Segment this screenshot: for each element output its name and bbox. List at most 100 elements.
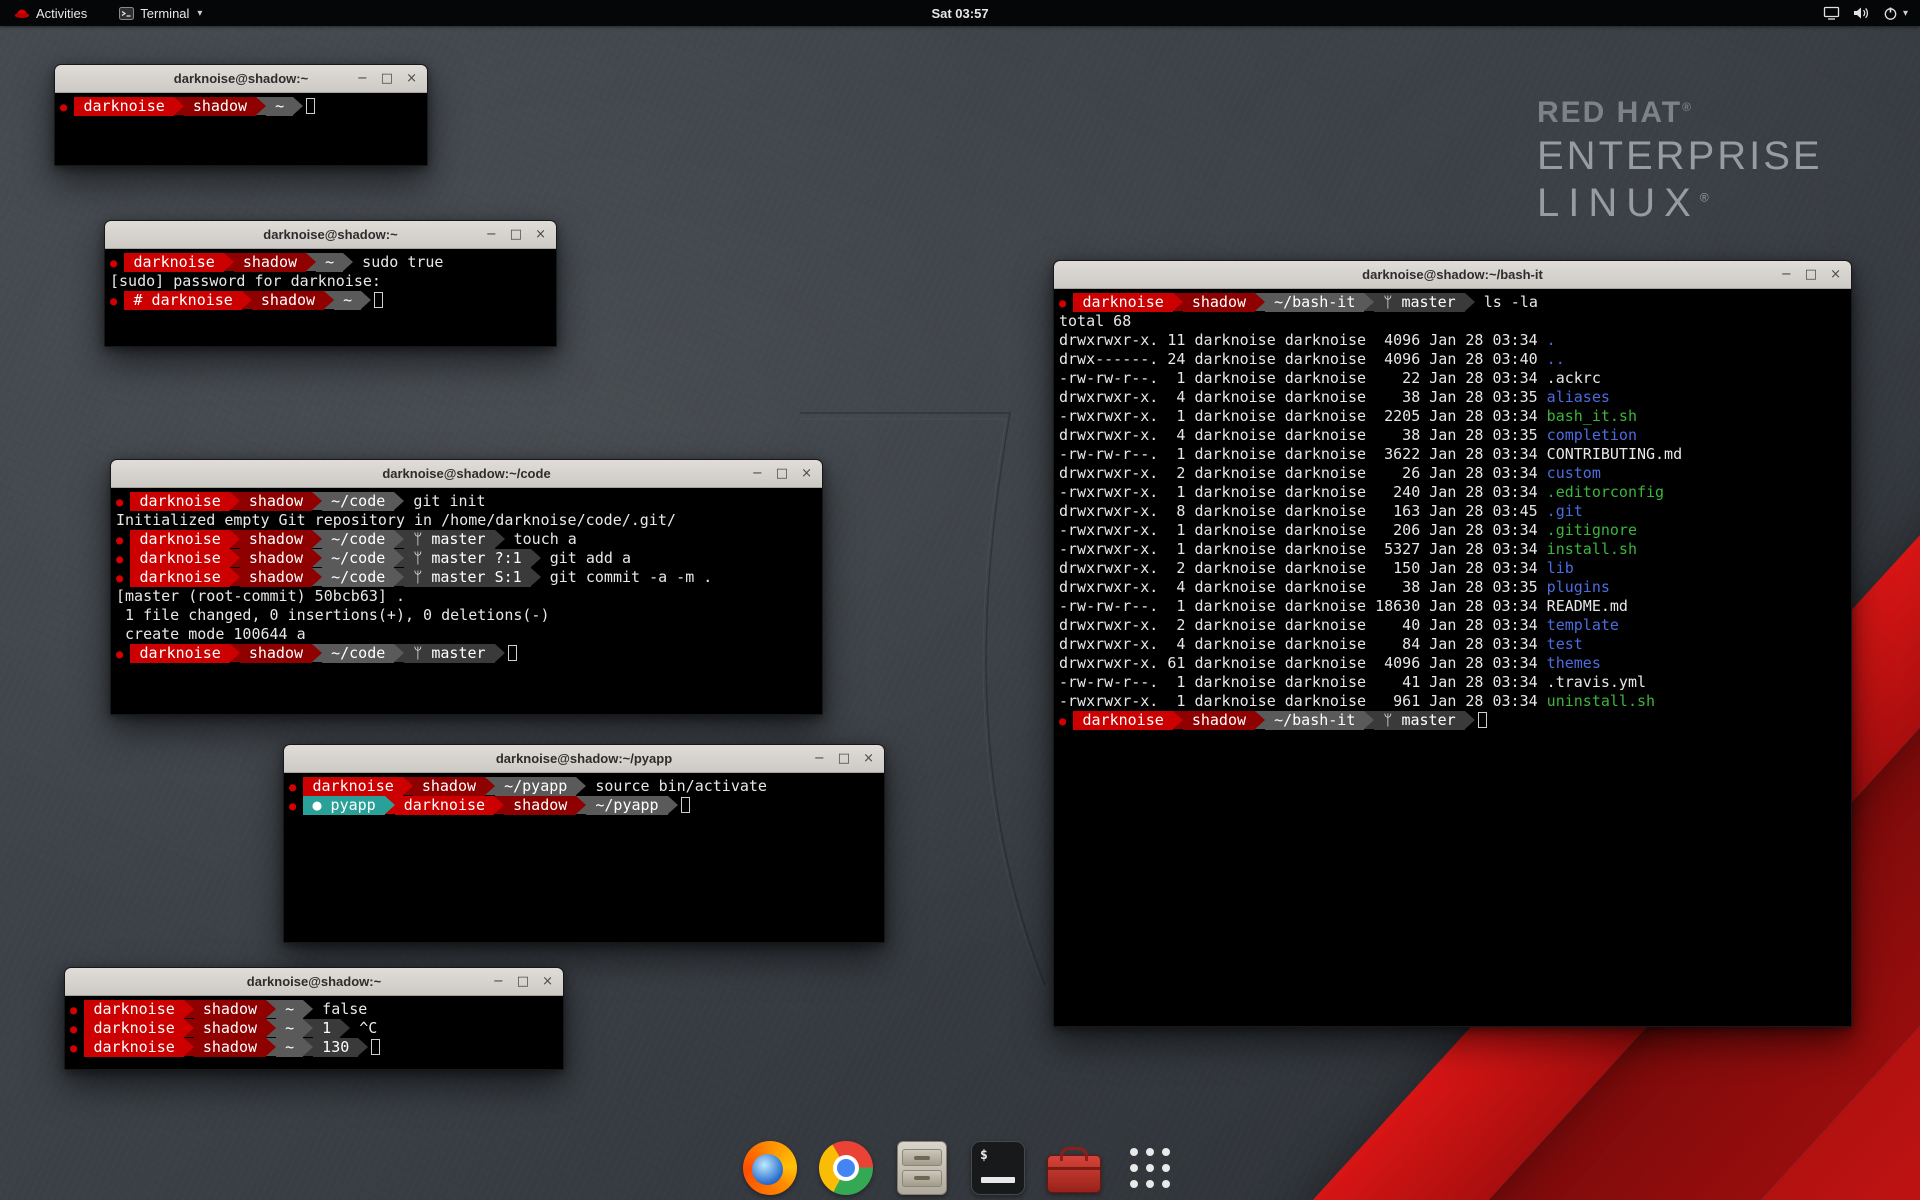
dock-firefox-button[interactable]: [741, 1139, 799, 1197]
redhat-prompt-icon: ●: [70, 1041, 84, 1055]
terminal-content[interactable]: ● darknoise shadow ~/pyapp source bin/ac…: [284, 773, 884, 942]
minimize-button[interactable]: −: [486, 227, 497, 242]
terminal-line: [sudo] password for darknoise:: [110, 272, 554, 291]
terminal-line: -rw-rw-r--. 1 darknoise darknoise 41 Jan…: [1059, 673, 1849, 692]
powerline-arrow: [668, 796, 678, 814]
executable-name: .gitignore: [1547, 521, 1637, 539]
user-segment: darknoise: [130, 644, 229, 663]
close-button[interactable]: ×: [863, 751, 874, 766]
terminal-content[interactable]: ● darknoise shadow ~/code git initInitia…: [111, 488, 822, 714]
output-text: drwxrwxr-x. 11 darknoise darknoise 4096 …: [1059, 331, 1547, 349]
output-text: -rwxrwxr-x. 1 darknoise darknoise 240 Ja…: [1059, 483, 1547, 501]
terminal-cursor: [508, 645, 517, 661]
activities-button[interactable]: Activities: [8, 0, 93, 26]
rhel-logo-brand: RED HAT®: [1537, 96, 1823, 130]
terminal-line: ● darknoise shadow ~/code ᛘ master S:1 g…: [116, 568, 820, 587]
terminal-line: ● darknoise shadow ~/code git init: [116, 492, 820, 511]
terminal-line: drwxrwxr-x. 4 darknoise darknoise 38 Jan…: [1059, 426, 1849, 445]
window-titlebar[interactable]: darknoise@shadow:~/bash-it − □ ×: [1054, 261, 1851, 289]
powerline-arrow: [242, 291, 252, 309]
powerline-arrow: [385, 796, 395, 814]
directory-name: completion: [1547, 426, 1637, 444]
redhat-prompt-icon: ●: [116, 647, 130, 661]
terminal-line: ● # darknoise shadow ~: [110, 291, 554, 310]
terminal-content[interactable]: ● darknoise shadow ~ false● darknoise sh…: [65, 996, 563, 1069]
git-branch-segment: ᛘ master S:1: [404, 568, 530, 587]
powerline-arrow: [230, 492, 240, 510]
git-branch-segment: ᛘ master: [1374, 711, 1464, 730]
close-button[interactable]: ×: [1830, 267, 1841, 282]
window-titlebar[interactable]: darknoise@shadow:~/code − □ ×: [111, 460, 822, 488]
terminal-line: ● darknoise shadow ~/code ᛘ master ?:1 g…: [116, 549, 820, 568]
files-cabinet-icon: [897, 1141, 947, 1195]
close-button[interactable]: ×: [406, 71, 417, 86]
minimize-button[interactable]: −: [1781, 267, 1792, 282]
output-text: -rwxrwxr-x. 1 darknoise darknoise 2205 J…: [1059, 407, 1547, 425]
terminal-prompt-glyph: $: [980, 1148, 988, 1163]
dock-toolbox-button[interactable]: [1045, 1139, 1103, 1197]
powerline-arrow: [1255, 711, 1265, 729]
window-title: darknoise@shadow:~: [263, 227, 397, 242]
redhat-icon: [14, 7, 30, 19]
terminal-line: [master (root-commit) 50bcb63] .: [116, 587, 820, 606]
host-segment: shadow: [413, 777, 485, 796]
terminal-line: ● darknoise shadow ~: [60, 97, 425, 116]
terminal-line: drwxrwxr-x. 2 darknoise darknoise 40 Jan…: [1059, 616, 1849, 635]
terminal-content[interactable]: ● darknoise shadow ~/bash-it ᛘ master ls…: [1054, 289, 1851, 1026]
close-button[interactable]: ×: [535, 227, 546, 242]
dock: $: [741, 1139, 1179, 1197]
window-titlebar[interactable]: darknoise@shadow:~/pyapp − □ ×: [284, 745, 884, 773]
terminal-content[interactable]: ● darknoise shadow ~: [55, 93, 427, 165]
dock-files-button[interactable]: [893, 1139, 951, 1197]
minimize-button[interactable]: −: [357, 71, 368, 86]
maximize-button[interactable]: □: [838, 751, 850, 766]
window-titlebar[interactable]: darknoise@shadow:~ − □ ×: [105, 221, 556, 249]
host-segment: shadow: [240, 492, 312, 511]
powerline-arrow: [230, 530, 240, 548]
close-button[interactable]: ×: [542, 974, 553, 989]
app-menu-terminal[interactable]: Terminal ▾: [113, 0, 208, 26]
terminal-window-sudo: darknoise@shadow:~ − □ × ● darknoise sha…: [104, 220, 557, 347]
dock-terminal-button[interactable]: $: [969, 1139, 1027, 1197]
git-branch-segment: ᛘ master: [404, 644, 494, 663]
powerline-arrow: [1465, 293, 1475, 311]
minimize-button[interactable]: −: [493, 974, 504, 989]
user-segment: darknoise: [303, 777, 402, 796]
minimize-button[interactable]: −: [814, 751, 825, 766]
maximize-button[interactable]: □: [776, 466, 788, 481]
volume-icon[interactable]: [1853, 6, 1870, 20]
output-text: [master (root-commit) 50bcb63] .: [116, 587, 405, 605]
exit-code-segment: 130: [313, 1038, 358, 1057]
output-text: -rw-rw-r--. 1 darknoise darknoise 41 Jan…: [1059, 673, 1646, 691]
maximize-button[interactable]: □: [517, 974, 529, 989]
path-segment: ~/code: [322, 492, 394, 511]
display-icon[interactable]: [1823, 6, 1840, 20]
host-segment: shadow: [240, 644, 312, 663]
clock[interactable]: Sat 03:57: [931, 6, 988, 21]
user-segment: darknoise: [130, 568, 229, 587]
redhat-prompt-icon: ●: [289, 780, 303, 794]
dock-chrome-button[interactable]: [817, 1139, 875, 1197]
close-button[interactable]: ×: [801, 466, 812, 481]
user-segment: darknoise: [130, 492, 229, 511]
maximize-button[interactable]: □: [381, 71, 393, 86]
terminal-cursor: [306, 98, 315, 114]
powerline-arrow: [224, 253, 234, 271]
redhat-prompt-icon: ●: [116, 571, 130, 585]
powerline-arrow: [1173, 711, 1183, 729]
maximize-button[interactable]: □: [510, 227, 522, 242]
command-text: false: [313, 1000, 367, 1018]
git-branch-segment: ᛘ master: [1374, 293, 1464, 312]
terminal-content[interactable]: ● darknoise shadow ~ sudo true[sudo] pas…: [105, 249, 556, 346]
window-titlebar[interactable]: darknoise@shadow:~ − □ ×: [65, 968, 563, 996]
maximize-button[interactable]: □: [1805, 267, 1817, 282]
redhat-prompt-icon: ●: [116, 552, 130, 566]
power-menu[interactable]: ▾: [1883, 6, 1908, 21]
exit-code-segment: 1: [313, 1019, 340, 1038]
host-segment: shadow: [1183, 293, 1255, 312]
window-titlebar[interactable]: darknoise@shadow:~ − □ ×: [55, 65, 427, 93]
app-grid-icon: [1127, 1145, 1173, 1191]
terminal-line: create mode 100644 a: [116, 625, 820, 644]
dock-show-apps-button[interactable]: [1121, 1139, 1179, 1197]
minimize-button[interactable]: −: [752, 466, 763, 481]
